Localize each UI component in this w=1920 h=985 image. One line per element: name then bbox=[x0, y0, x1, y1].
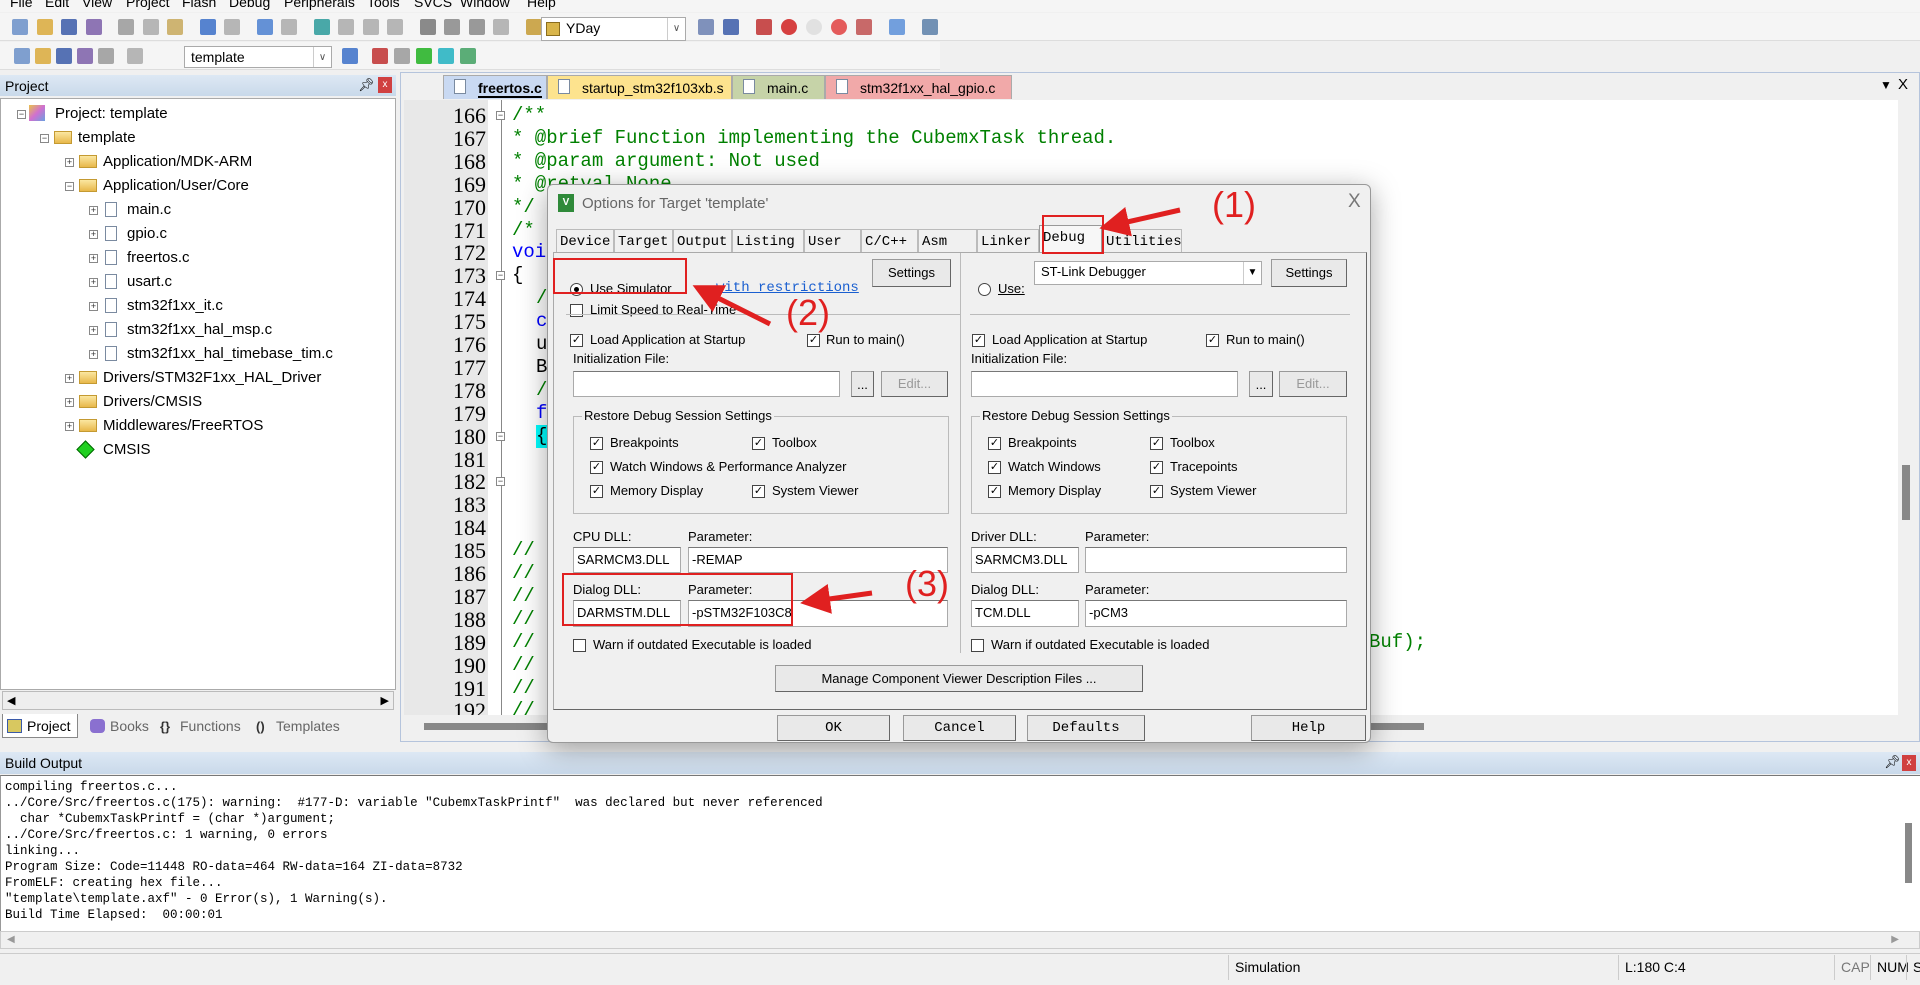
annotation-arrows bbox=[692, 207, 1181, 614]
arrow-1 bbox=[1099, 207, 1181, 237]
arrow-3 bbox=[800, 584, 873, 614]
arrow-2 bbox=[692, 285, 772, 327]
